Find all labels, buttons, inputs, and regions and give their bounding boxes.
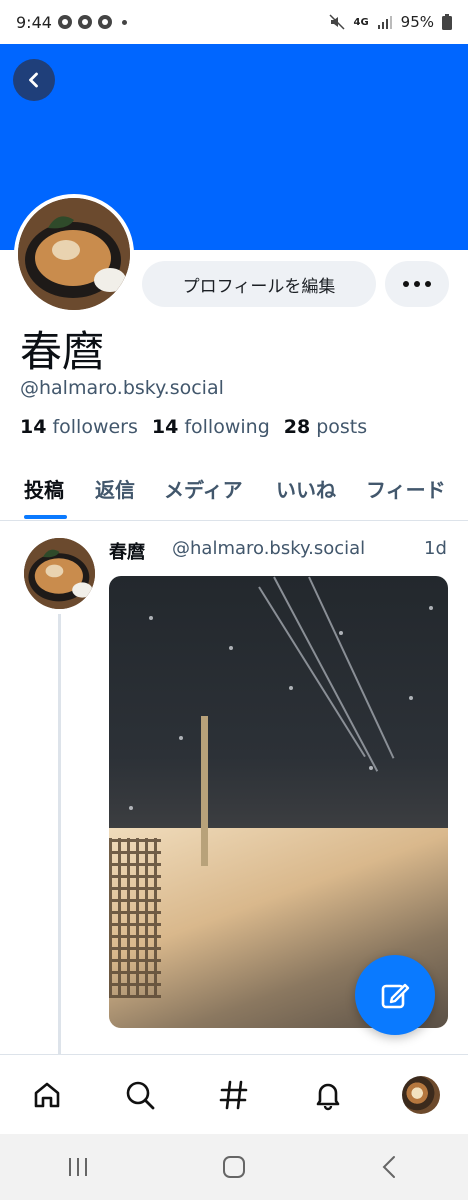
tab-feeds[interactable]: フィード xyxy=(366,474,446,503)
fence xyxy=(109,838,161,998)
more-notifications-dot-icon xyxy=(121,19,127,25)
chrome-icon xyxy=(77,15,92,29)
post-timestamp[interactable]: 1d xyxy=(424,538,447,559)
battery-percent: 95% xyxy=(400,13,434,31)
dot-icon xyxy=(414,281,420,287)
tab-replies[interactable]: 返信 xyxy=(95,474,135,503)
power-line xyxy=(273,576,379,772)
posts-label: posts xyxy=(316,416,368,438)
post-author-handle[interactable]: @halmaro.bsky.social xyxy=(172,538,365,559)
edit-profile-label: プロフィールを編集 xyxy=(182,276,336,297)
profile-tabs: 投稿 返信 メディア いいね フィード xyxy=(0,462,468,521)
power-line xyxy=(258,586,366,758)
status-time: 9:44 xyxy=(16,12,52,32)
compose-icon xyxy=(381,983,410,1009)
system-navigation-bar xyxy=(0,1134,468,1200)
snowflake xyxy=(339,631,343,635)
feeds-hash-icon xyxy=(219,1080,248,1110)
nav-search[interactable] xyxy=(115,1070,165,1120)
following-label: following xyxy=(184,416,270,438)
ramen-photo xyxy=(18,198,130,310)
chrome-icon xyxy=(57,15,72,29)
profile-stats: 14 followers 14 following 28 posts xyxy=(20,416,367,438)
snowflake xyxy=(229,646,233,650)
tab-posts[interactable]: 投稿 xyxy=(24,474,64,503)
followers-stat[interactable]: 14 followers xyxy=(20,416,138,438)
snowflake xyxy=(129,806,133,810)
followers-count: 14 xyxy=(20,416,47,438)
following-stat[interactable]: 14 following xyxy=(152,416,270,438)
chevron-left-icon xyxy=(29,72,38,88)
compose-post-button[interactable] xyxy=(355,955,435,1035)
battery-icon xyxy=(442,14,452,30)
status-bar-right: 4G 95% xyxy=(329,13,452,31)
nav-notifications[interactable] xyxy=(303,1070,353,1120)
posts-stat: 28 posts xyxy=(284,416,367,438)
followers-label: followers xyxy=(52,416,138,438)
snowflake xyxy=(149,616,153,620)
nav-profile[interactable] xyxy=(396,1070,446,1120)
dot-icon xyxy=(425,281,431,287)
home-icon xyxy=(34,1082,60,1108)
profile-handle: @halmaro.bsky.social xyxy=(20,377,224,399)
display-name: 春麿 xyxy=(20,327,105,376)
network-type: 4G xyxy=(353,16,369,28)
notifications-bell-icon xyxy=(316,1083,339,1111)
status-bar: 9:44 4G 95% xyxy=(0,0,468,44)
ramen-photo xyxy=(24,538,95,609)
back-button[interactable] xyxy=(13,59,55,101)
thread-line xyxy=(58,614,61,1054)
snowflake xyxy=(429,606,433,610)
status-bar-left: 9:44 xyxy=(16,13,127,32)
back-nav-icon[interactable] xyxy=(378,1155,402,1179)
signal-icon xyxy=(377,16,392,29)
home-button-icon[interactable] xyxy=(222,1155,246,1179)
snowflake xyxy=(369,766,373,770)
chrome-icon xyxy=(97,15,112,29)
nav-home[interactable] xyxy=(22,1070,72,1120)
post-author-avatar[interactable] xyxy=(24,538,95,609)
nav-feeds[interactable] xyxy=(209,1070,259,1120)
profile-avatar xyxy=(402,1076,441,1114)
snowflake xyxy=(409,696,413,700)
snowflake xyxy=(179,736,183,740)
posts-count: 28 xyxy=(283,416,311,438)
mute-icon xyxy=(329,14,346,30)
following-count: 14 xyxy=(151,416,179,438)
utility-pole xyxy=(201,716,208,866)
profile-avatar[interactable] xyxy=(14,194,134,314)
edit-profile-button[interactable]: プロフィールを編集 xyxy=(142,261,376,307)
search-icon xyxy=(127,1081,155,1110)
dot-icon xyxy=(403,281,409,287)
snowflake xyxy=(289,686,293,690)
post-author-name[interactable]: 春麿 xyxy=(109,538,145,564)
tab-likes[interactable]: いいね xyxy=(276,474,336,503)
recent-apps-icon[interactable] xyxy=(66,1156,90,1178)
more-options-button[interactable] xyxy=(385,261,449,307)
bottom-navigation xyxy=(0,1054,468,1135)
active-tab-indicator xyxy=(24,515,67,519)
tab-media[interactable]: メディア xyxy=(164,474,243,503)
